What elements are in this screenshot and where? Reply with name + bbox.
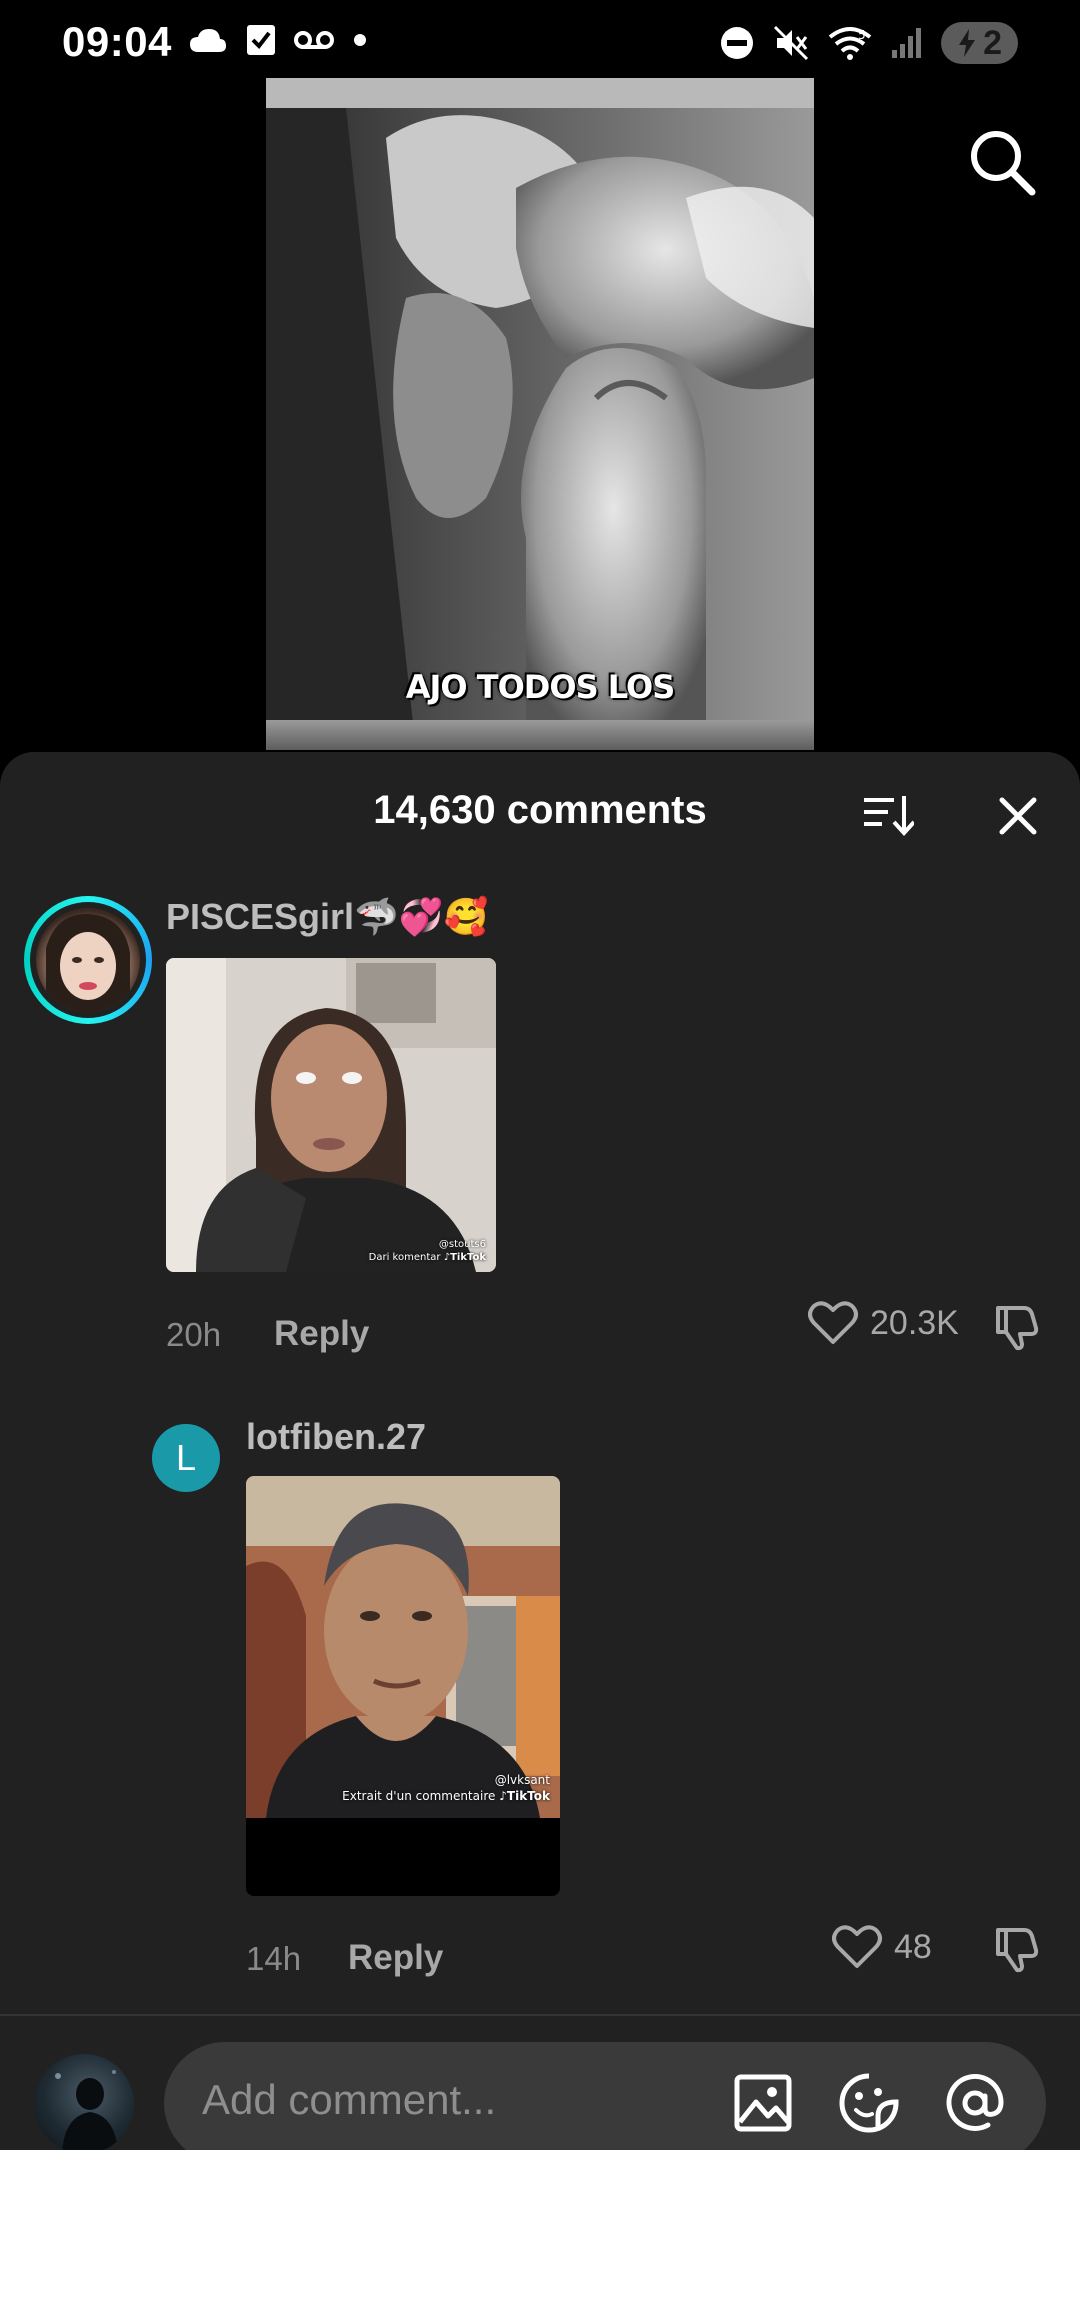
media-watermark-brand: TikTok [506,1789,550,1803]
avatar-letter: L [175,1437,197,1478]
like-count: 20.3K [870,1303,959,1342]
mention-icon[interactable] [944,2072,1006,2134]
status-time: 09:04 [62,18,172,65]
mute-icon [774,25,809,61]
avatar[interactable] [24,896,152,1024]
battery-icon: 2 [941,22,1018,64]
like-button[interactable]: 20.3K [808,1300,959,1346]
media-watermark-handle: @lvksant [494,1773,550,1787]
status-bar: 09:04 5 2 [0,0,1080,86]
comment-media-image [246,1476,560,1818]
avatar-image [46,913,130,1012]
sort-icon[interactable] [862,792,914,838]
comments-count-title: 14,630 comments [373,788,707,832]
cloud-icon [190,29,226,52]
comment-input-bar: Add comment... [0,2014,1080,2150]
comment-username[interactable]: PISCESgirl🦈💞🥰 [166,896,489,938]
video-letterbox-top [266,78,814,108]
comment-input[interactable]: Add comment... [164,2042,1046,2150]
comment-time: 14h [246,1940,302,1977]
image-icon[interactable] [732,2072,794,2134]
video-player[interactable]: AJO TODOS LOS [266,78,814,750]
comment-username[interactable]: lotfiben.27 [246,1416,426,1458]
video-caption: AJO TODOS LOS [405,668,676,706]
video-letterbox-bottom [266,720,814,750]
heart-icon [832,1925,882,1968]
current-user-avatar[interactable] [34,2054,134,2150]
voicemail-icon [294,31,334,49]
wifi-icon: 5 [828,27,872,60]
emoji-icon[interactable] [838,2072,900,2134]
comments-sheet: 14,630 comments PISCESgirl🦈💞🥰 @stouts6 D… [0,752,1080,2150]
comment-media[interactable]: @stouts6 Dari komentar ♪TikTok [166,958,496,1272]
media-watermark-brand: TikTok [450,1252,486,1263]
check-box-icon [247,25,275,55]
signal-icon [892,28,922,58]
avatar[interactable]: L [152,1424,220,1492]
dislike-icon[interactable] [992,1924,1042,1974]
status-right-icons: 5 2 [719,22,1018,64]
like-count: 48 [894,1927,932,1966]
comment-input-placeholder: Add comment... [202,2076,497,2123]
video-frame [266,78,814,750]
dislike-icon[interactable] [992,1302,1042,1352]
search-icon[interactable] [964,124,1040,200]
dot-icon [354,34,366,46]
status-left-icons [188,24,368,56]
dnd-icon [721,27,754,59]
current-user-avatar-image [55,2070,118,2150]
comment-time: 20h [166,1316,222,1353]
like-button[interactable]: 48 [832,1924,932,1970]
reply-button[interactable]: Reply [348,1938,443,1978]
reply-button[interactable]: Reply [274,1314,369,1354]
charging-bolt-icon [959,29,976,57]
app-screen: 09:04 5 2 AJO TODOS LOS 14,630 comments … [0,0,1080,2150]
wifi-band-label: 5 [858,28,866,42]
media-watermark-text: Dari komentar [368,1252,441,1263]
close-icon[interactable] [996,794,1040,838]
media-watermark-handle: @stouts6 [438,1239,486,1250]
battery-level: 2 [983,23,1002,62]
tiktok-logo-icon: ♪ [499,1789,507,1803]
heart-icon [808,1301,858,1344]
comment-media[interactable]: @lvksant Extrait d'un commentaire ♪TikTo… [246,1476,560,1896]
comment-media-image [166,958,496,1272]
media-watermark-text: Extrait d'un commentaire [342,1789,496,1803]
